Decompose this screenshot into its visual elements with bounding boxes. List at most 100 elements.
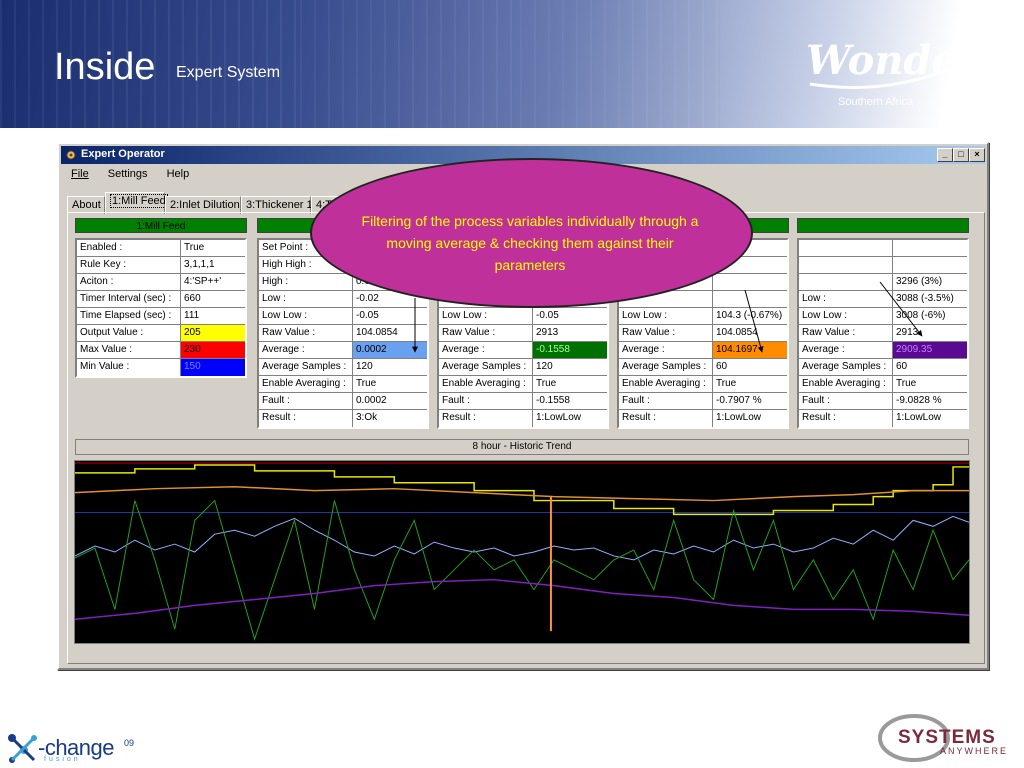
menu-bar: File Settings Help	[71, 168, 205, 184]
pv-row-label: Raw Value :	[619, 325, 713, 341]
pv-row-label: Raw Value :	[799, 325, 893, 341]
pv-row: Raw Value :104.0854	[259, 325, 427, 342]
pv-row-value: 104.3 (-0.67%)	[716, 310, 783, 321]
pv-average: 0.0002	[353, 342, 427, 358]
status-row: Rule Key :3,1,1,1	[77, 257, 245, 274]
status-row-value: 3,1,1,1	[184, 259, 215, 270]
pv-row: Result :1:LowLow	[439, 410, 607, 427]
pv-row-value: True	[716, 378, 737, 389]
gear-icon	[66, 150, 76, 160]
pv-row-label: Average Samples :	[619, 359, 713, 375]
historic-trend-chart	[74, 460, 970, 644]
tab-about-label: About	[72, 199, 101, 211]
pv-row-value: -0.1558	[536, 395, 570, 406]
minimize-button[interactable]: _	[937, 148, 953, 162]
pv-row: Result :1:LowLow	[619, 410, 787, 427]
status-row-label: Timer Interval (sec) :	[77, 291, 181, 307]
pv-row-label: Result :	[799, 410, 893, 427]
pv-row-label: Result :	[439, 410, 533, 427]
wonderware-logo-text: Wonderware	[806, 37, 1015, 84]
pv-row-label: Average :	[439, 342, 533, 358]
pv-row: Result :3:Ok	[259, 410, 427, 427]
pv-row-label: Average :	[619, 342, 713, 358]
slide: Inside Expert System Wonderware Southern…	[0, 0, 1024, 768]
pv-row-value: -0.05	[536, 310, 559, 321]
menu-help[interactable]: Help	[167, 168, 190, 180]
status-row: Aciton :4:'SP++'	[77, 274, 245, 291]
pv-row-label: Low Low :	[439, 308, 533, 324]
x-change-logo-year: 09	[124, 738, 135, 748]
slide-title: Inside	[54, 46, 156, 88]
pv-row: Raw Value :2913	[799, 325, 967, 342]
pv-row-value: 60	[716, 361, 728, 372]
maximize-button[interactable]: □	[953, 148, 969, 162]
pv-row: Fault : -0.1558	[439, 393, 607, 410]
pv-row	[799, 240, 967, 257]
status-row-label: Aciton :	[77, 274, 181, 290]
pv-row-value	[893, 240, 967, 256]
trend-series-green	[75, 499, 969, 641]
status-row: Timer Interval (sec) :660	[77, 291, 245, 308]
trend-series-blue	[75, 515, 969, 561]
pv-row: Average :2909.35	[799, 342, 967, 359]
pv-row-label: Raw Value :	[439, 325, 533, 341]
pv-row: Fault : -0.7907 %	[619, 393, 787, 410]
status-row-label: Time Elapsed (sec) :	[77, 308, 181, 324]
pv-row: Fault : -9.0828 %	[799, 393, 967, 410]
pv-row-label: Low :	[259, 291, 353, 307]
pv-row: Fault :0.0002	[259, 393, 427, 410]
pv-row-value: 1:LowLow	[896, 412, 942, 423]
pv-row-value	[893, 257, 967, 273]
pv-row-label: Fault :	[799, 393, 893, 409]
wonderware-logo-subtitle: Southern Africa	[838, 96, 914, 108]
pv-row-value: -0.7907 %	[716, 395, 762, 406]
pv-row-label: Enable Averaging :	[799, 376, 893, 392]
menu-file[interactable]: File	[71, 168, 89, 180]
tab-inlet-dilution-label: 2:Inlet Dilution	[170, 199, 240, 211]
max-value: 230	[181, 342, 245, 358]
pv-row: Result :1:LowLow	[799, 410, 967, 427]
status-row: Min Value :150	[77, 359, 245, 376]
tab-thickener-1-label: 3:Thickener 1	[246, 199, 313, 211]
pv-row: Raw Value :2913	[439, 325, 607, 342]
pv-row-value: 3088 (-3.5%)	[896, 293, 954, 304]
pv-row: Average :104.1697	[619, 342, 787, 359]
pv-row-label: Average Samples :	[439, 359, 533, 375]
pv-row-label: Average :	[799, 342, 893, 358]
menu-settings[interactable]: Settings	[108, 168, 148, 180]
close-button[interactable]: ×	[969, 148, 985, 162]
pv-row-label: Low Low :	[619, 308, 713, 324]
pv-row: Average Samples :120	[259, 359, 427, 376]
pv-panel-4: 3296 (3%) Low :3088 (-3.5%) Low Low :300…	[797, 218, 969, 429]
pv-row-label	[799, 240, 893, 256]
x-change-logo-sub: fusion	[44, 756, 81, 763]
output-value: 205	[181, 325, 245, 341]
pv-row-value: 0.0002	[356, 395, 387, 406]
pv-row: Raw Value :104.0854	[619, 325, 787, 342]
pv-row-label: High :	[259, 274, 353, 290]
pv-row-value	[713, 274, 787, 290]
status-row-value: 4:'SP++'	[184, 276, 222, 287]
status-row: Max Value :230	[77, 342, 245, 359]
pv-row: Low Low :3008 (-6%)	[799, 308, 967, 325]
callout-text: Filtering of the process variables indiv…	[361, 213, 699, 273]
pv-average: 104.1697	[713, 342, 787, 358]
status-row-label: Min Value :	[77, 359, 181, 376]
pv-row-value: 104.0854	[356, 327, 398, 338]
pv-row-label: Low Low :	[259, 308, 353, 324]
pv-row-value: 120	[536, 361, 553, 372]
pv-row-label: Average :	[259, 342, 353, 358]
pv-row-label: Average Samples :	[799, 359, 893, 375]
status-row-value: 111	[184, 310, 200, 321]
tab-mill-feed[interactable]: 1:Mill Feed	[105, 192, 168, 214]
pv-row-value: 3008 (-6%)	[896, 310, 946, 321]
pv-row-value: 3296 (3%)	[896, 276, 943, 287]
pv-panel-header	[797, 218, 969, 233]
pv-row-value: 2913	[536, 327, 559, 338]
pv-row: Low Low :104.3 (-0.67%)	[619, 308, 787, 325]
pv-row-label: Enable Averaging :	[619, 376, 713, 392]
pv-table: 3296 (3%) Low :3088 (-3.5%) Low Low :300…	[797, 238, 969, 429]
trend-series-orange	[75, 485, 969, 502]
status-row-value: 660	[184, 293, 201, 304]
pv-average: -0.1558	[533, 342, 607, 358]
